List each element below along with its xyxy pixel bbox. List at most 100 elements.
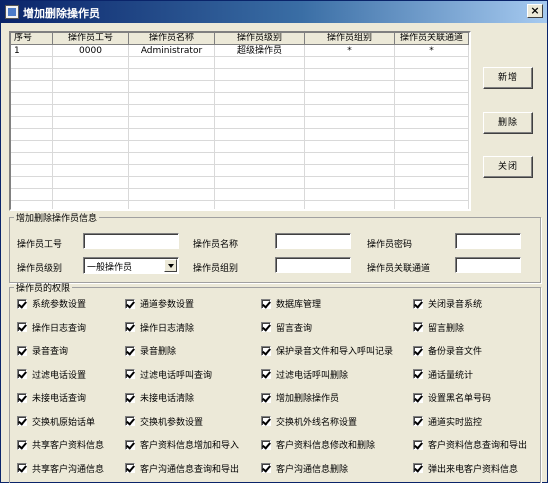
permission-checkbox[interactable]: 录音删除 (125, 344, 176, 357)
checkbox-checked-icon[interactable] (125, 416, 135, 426)
permission-checkbox[interactable]: 共享客户沟通信息 (17, 462, 104, 475)
permission-checkbox[interactable]: 通道实时监控 (413, 415, 482, 428)
operator-level-select[interactable]: 一般操作员 (83, 257, 179, 274)
checkbox-checked-icon[interactable] (413, 416, 423, 426)
permission-checkbox[interactable]: 过滤电话设置 (17, 368, 86, 381)
column-header[interactable]: 操作员名称 (129, 33, 215, 45)
column-header[interactable]: 操作员级别 (215, 33, 305, 45)
checkbox-checked-icon[interactable] (17, 439, 27, 450)
add-button[interactable]: 新增 (483, 67, 533, 89)
permission-label: 弹出来电客户资料信息 (428, 464, 519, 475)
permission-checkbox[interactable]: 备份录音文件 (413, 344, 482, 357)
permission-checkbox[interactable]: 数据库管理 (261, 297, 321, 310)
checkbox-checked-icon[interactable] (413, 392, 423, 403)
operator-channel-input[interactable] (455, 257, 521, 273)
permission-checkbox[interactable]: 留言查询 (261, 321, 312, 334)
permission-checkbox[interactable]: 操作日志清除 (125, 321, 194, 334)
checkbox-checked-icon[interactable] (17, 322, 27, 332)
permission-checkbox[interactable]: 操作日志查询 (17, 321, 86, 334)
permission-checkbox[interactable]: 客户沟通信息删除 (261, 462, 348, 475)
checkbox-checked-icon[interactable] (17, 463, 27, 473)
checkbox-checked-icon[interactable] (261, 416, 271, 426)
permission-checkbox[interactable]: 设置黑名单号码 (413, 391, 491, 404)
table-row[interactable]: 1 0000 Administrator 超级操作员 * * (11, 45, 469, 57)
permission-checkbox[interactable]: 共享客户资料信息 (17, 438, 104, 451)
column-header[interactable]: 操作员工号 (53, 33, 129, 45)
checkbox-checked-icon[interactable] (125, 298, 135, 309)
permission-checkbox[interactable]: 交换机原始话单 (17, 415, 95, 428)
permission-label: 系统参数设置 (32, 300, 87, 310)
checkbox-checked-icon[interactable] (17, 298, 27, 309)
permission-label: 保护录音文件和导入呼叫记录 (276, 347, 394, 357)
checkbox-checked-icon[interactable] (413, 463, 423, 473)
checkbox-checked-icon[interactable] (261, 369, 271, 379)
checkbox-checked-icon[interactable] (261, 298, 271, 309)
permission-checkbox[interactable]: 过滤电话呼叫查询 (125, 368, 212, 381)
checkbox-checked-icon[interactable] (261, 439, 271, 450)
close-window-button[interactable]: × (527, 4, 543, 18)
checkbox-checked-icon[interactable] (413, 322, 423, 332)
checkbox-checked-icon[interactable] (17, 345, 27, 356)
checkbox-checked-icon[interactable] (413, 439, 423, 450)
permission-label: 留言删除 (428, 323, 465, 334)
operator-password-input[interactable] (455, 233, 521, 249)
operator-name-input[interactable] (275, 233, 351, 249)
operator-name-label: 操作员名称 (193, 240, 239, 250)
permission-checkbox[interactable]: 客户资料信息查询和导出 (413, 438, 527, 451)
operator-id-label: 操作员工号 (17, 240, 63, 250)
permission-checkbox[interactable]: 未接电话清除 (125, 391, 194, 404)
table-cell: Administrator (129, 45, 215, 57)
checkbox-checked-icon[interactable] (413, 369, 423, 379)
checkbox-checked-icon[interactable] (17, 369, 27, 379)
permission-checkbox[interactable]: 关闭录音系统 (413, 297, 482, 310)
checkbox-checked-icon[interactable] (413, 345, 423, 356)
permission-label: 交换机参数设置 (140, 417, 204, 428)
column-header[interactable]: 操作员组别 (305, 33, 395, 45)
column-header[interactable]: 序号 (11, 33, 53, 45)
permission-label: 数据库管理 (276, 300, 322, 310)
permission-checkbox[interactable]: 系统参数设置 (17, 297, 86, 310)
permission-checkbox[interactable]: 通道参数设置 (125, 297, 194, 310)
permission-label: 过滤电话设置 (32, 370, 87, 381)
permission-checkbox[interactable]: 留言删除 (413, 321, 464, 334)
permission-label: 过滤电话呼叫查询 (140, 370, 213, 381)
checkbox-checked-icon[interactable] (125, 345, 135, 356)
permission-checkbox[interactable]: 客户沟通信息查询和导出 (125, 462, 239, 475)
checkbox-checked-icon[interactable] (17, 416, 27, 426)
checkbox-checked-icon[interactable] (125, 392, 135, 403)
column-header[interactable]: 操作员关联通道 (395, 33, 469, 45)
permission-checkbox[interactable]: 未接电话查询 (17, 391, 86, 404)
title-bar: 增加删除操作员 × (1, 1, 547, 23)
permission-checkbox[interactable]: 交换机参数设置 (125, 415, 203, 428)
checkbox-checked-icon[interactable] (17, 392, 27, 403)
operator-table[interactable]: 序号 操作员工号 操作员名称 操作员级别 操作员组别 操作员关联通道 1 0000 Admin… (9, 31, 471, 211)
checkbox-checked-icon[interactable] (261, 345, 271, 356)
permission-label: 未接电话清除 (140, 394, 195, 404)
checkbox-checked-icon[interactable] (125, 439, 135, 450)
permission-checkbox[interactable]: 过滤电话呼叫删除 (261, 368, 348, 381)
permission-label: 通道参数设置 (140, 300, 195, 310)
permission-label: 客户资料信息查询和导出 (428, 441, 528, 451)
permission-checkbox[interactable]: 客户资料信息修改和删除 (261, 438, 375, 451)
delete-button[interactable]: 删除 (483, 112, 533, 134)
checkbox-checked-icon[interactable] (125, 322, 135, 332)
checkbox-checked-icon[interactable] (413, 298, 423, 309)
table-cell: * (395, 45, 469, 57)
checkbox-checked-icon[interactable] (261, 392, 271, 403)
dialog-window: 增加删除操作员 × 序号 操作员工号 操作员名称 操作员级别 操作员组别 操作员关联通道 … (0, 0, 548, 483)
operator-id-input[interactable] (83, 233, 179, 249)
checkbox-checked-icon[interactable] (261, 322, 271, 332)
permission-checkbox[interactable]: 交换机外线名称设置 (261, 415, 357, 428)
permission-checkbox[interactable]: 弹出来电客户资料信息 (413, 462, 518, 475)
permission-checkbox[interactable]: 录音查询 (17, 344, 68, 357)
checkbox-checked-icon[interactable] (261, 463, 271, 473)
permission-checkbox[interactable]: 增加删除操作员 (261, 391, 339, 404)
chevron-down-icon[interactable] (164, 259, 177, 272)
checkbox-checked-icon[interactable] (125, 463, 135, 473)
checkbox-checked-icon[interactable] (125, 369, 135, 379)
permission-checkbox[interactable]: 通话量统计 (413, 368, 473, 381)
permission-checkbox[interactable]: 客户资料信息增加和导入 (125, 438, 239, 451)
permission-checkbox[interactable]: 保护录音文件和导入呼叫记录 (261, 344, 393, 357)
close-button[interactable]: 关闭 (483, 156, 533, 178)
operator-group-input[interactable] (275, 257, 351, 273)
